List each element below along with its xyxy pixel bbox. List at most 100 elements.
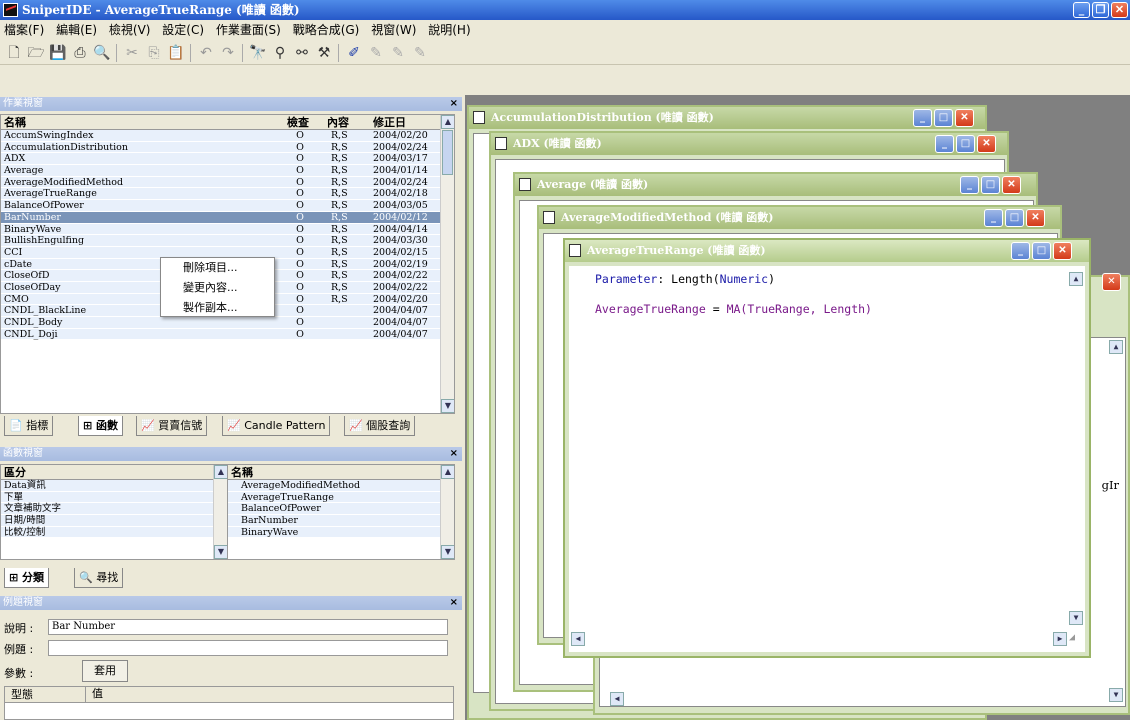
table-row[interactable]: AccumulationDistribution O R,S 2004/02/24: [1, 141, 454, 154]
table-row[interactable]: ADX O R,S 2004/03/17: [1, 153, 454, 166]
table-row[interactable]: BarNumber O R,S 2004/02/12: [1, 211, 454, 224]
table-row[interactable]: BalanceOfPower O R,S 2004/03/05: [1, 200, 454, 212]
tab-function[interactable]: ⊞ 函數: [78, 416, 124, 436]
table-row[interactable]: AverageTrueRange O R,S 2004/02/18: [1, 188, 454, 201]
work-pane-close-icon[interactable]: ×: [450, 97, 458, 111]
table-row[interactable]: CNDL_Body O 2004/04/07: [1, 317, 454, 329]
restore-button[interactable]: ❐: [1092, 2, 1109, 18]
cut-icon[interactable]: ✂: [122, 43, 142, 63]
menu-item-change-content[interactable]: 變更內容...: [161, 278, 274, 298]
table-row[interactable]: BullishEngulfing O R,S 2004/03/30: [1, 235, 454, 247]
work-grid-scrollbar[interactable]: ▲ ▼: [440, 115, 454, 413]
table-row[interactable]: AccumSwingIndex O R,S 2004/02/20: [1, 130, 454, 142]
print-preview-icon[interactable]: 🔍: [92, 43, 112, 63]
minimize-icon[interactable]: _: [1011, 242, 1030, 260]
close-icon[interactable]: ✕: [955, 109, 974, 127]
list-item[interactable]: BalanceOfPower: [228, 503, 454, 516]
list-item[interactable]: AverageModifiedMethod: [228, 480, 454, 492]
scroll-thumb[interactable]: [442, 130, 453, 175]
redo-icon[interactable]: ↷: [218, 43, 238, 63]
tab-candle-pattern[interactable]: 📈 Candle Pattern: [222, 416, 331, 436]
find-icon[interactable]: 🔭: [248, 43, 268, 63]
example-field[interactable]: [48, 640, 448, 656]
minimize-button[interactable]: _: [1073, 2, 1090, 18]
table-row[interactable]: BinaryWave O R,S 2004/04/14: [1, 223, 454, 236]
menu-item-delete[interactable]: 刪除項目...: [161, 258, 274, 278]
scroll-down-icon[interactable]: ▼: [1109, 688, 1123, 702]
close-icon[interactable]: ✕: [977, 135, 996, 153]
maximize-icon[interactable]: □: [934, 109, 953, 127]
scroll-down-icon[interactable]: ▼: [441, 545, 454, 559]
col-check-header[interactable]: 檢查: [284, 115, 312, 130]
maximize-icon[interactable]: □: [1005, 209, 1024, 227]
minimize-icon[interactable]: _: [960, 176, 979, 194]
scroll-down-icon[interactable]: ▼: [1069, 611, 1083, 625]
menu-window[interactable]: 視窗(W): [371, 23, 416, 37]
table-row[interactable]: AverageModifiedMethod O R,S 2004/02/24: [1, 176, 454, 189]
close-icon[interactable]: ✕: [1102, 273, 1121, 291]
func-pane-close-icon[interactable]: ×: [450, 447, 458, 461]
maximize-icon[interactable]: □: [956, 135, 975, 153]
scroll-up-icon[interactable]: ▲: [1109, 340, 1123, 354]
scroll-up-icon[interactable]: ▲: [441, 115, 454, 129]
scroll-up-icon[interactable]: ▲: [214, 465, 227, 479]
tool-disabled-icon[interactable]: ✎: [410, 43, 430, 63]
tab-category[interactable]: ⊞ 分類: [4, 568, 50, 588]
copy-icon[interactable]: ⎘: [144, 43, 164, 63]
menu-settings[interactable]: 設定(C): [162, 23, 204, 37]
function-list-scrollbar[interactable]: ▲ ▼: [440, 465, 454, 559]
scroll-down-icon[interactable]: ▼: [441, 399, 454, 413]
scroll-up-icon[interactable]: ▲: [1069, 272, 1083, 286]
code-editor[interactable]: Parameter: Length(Numeric) AverageTrueRa…: [569, 266, 1085, 652]
minimize-icon[interactable]: _: [935, 135, 954, 153]
undo-icon[interactable]: ↶: [196, 43, 216, 63]
tool-disabled-icon[interactable]: ✎: [388, 43, 408, 63]
pen-tool-icon[interactable]: ✐: [344, 43, 364, 63]
list-item[interactable]: BinaryWave: [228, 526, 454, 539]
list-item[interactable]: 日期/時間: [1, 515, 227, 527]
minimize-icon[interactable]: _: [913, 109, 932, 127]
maximize-icon[interactable]: □: [1032, 242, 1051, 260]
list-item[interactable]: 下單: [1, 491, 227, 504]
replace-icon[interactable]: ⚯: [292, 43, 312, 63]
tab-search[interactable]: 🔍 尋找: [74, 568, 124, 588]
scroll-down-icon[interactable]: ▼: [214, 545, 227, 559]
tab-stock-query[interactable]: 📈 個股查詢: [344, 416, 416, 436]
menu-edit[interactable]: 編輯(E): [56, 23, 97, 37]
col-type-header[interactable]: 型態: [11, 687, 33, 703]
col-content-header[interactable]: 內容: [327, 115, 349, 130]
close-icon[interactable]: ✕: [1053, 242, 1072, 260]
paste-icon[interactable]: 📋: [166, 43, 186, 63]
tab-signal[interactable]: 📈 買賣信號: [136, 416, 208, 436]
scroll-right-icon[interactable]: ▶: [1053, 632, 1067, 646]
list-item[interactable]: 文章補助文字: [1, 503, 227, 516]
col-value-header[interactable]: 值: [85, 686, 103, 703]
menu-view[interactable]: 檢視(V): [109, 23, 151, 37]
list-item[interactable]: AverageTrueRange: [228, 491, 454, 504]
resize-grip-icon[interactable]: ◢: [1069, 632, 1083, 646]
category-scrollbar[interactable]: ▲ ▼: [213, 465, 227, 559]
scroll-left-icon[interactable]: ◀: [610, 692, 624, 706]
list-item[interactable]: BarNumber: [228, 515, 454, 527]
scroll-left-icon[interactable]: ◀: [571, 632, 585, 646]
menu-help[interactable]: 說明(H): [428, 23, 470, 37]
apply-button[interactable]: 套用: [82, 660, 128, 682]
menu-file[interactable]: 檔案(F): [4, 23, 44, 37]
mdi-window-active[interactable]: AverageTrueRange (唯讀 函數) _ □ ✕ Parameter…: [563, 238, 1091, 658]
list-item[interactable]: 比較/控制: [1, 526, 227, 539]
scroll-up-icon[interactable]: ▲: [441, 465, 454, 479]
minimize-icon[interactable]: _: [984, 209, 1003, 227]
tab-indicator[interactable]: 📄 指標: [4, 416, 54, 436]
list-item[interactable]: Data資訊: [1, 480, 227, 492]
compile-icon[interactable]: ⚒: [314, 43, 334, 63]
close-icon[interactable]: ✕: [1002, 176, 1021, 194]
table-row[interactable]: CNDL_Doji O 2004/04/07: [1, 328, 454, 341]
find-next-icon[interactable]: ⚲: [270, 43, 290, 63]
open-file-icon[interactable]: 🗁: [26, 43, 46, 63]
col-date-header[interactable]: 修正日: [373, 115, 406, 130]
print-icon[interactable]: ⎙: [70, 43, 90, 63]
example-pane-close-icon[interactable]: ×: [450, 596, 458, 610]
menu-screen[interactable]: 作業畫面(S): [216, 23, 281, 37]
menu-item-copy[interactable]: 製作副本...: [161, 298, 274, 318]
desc-field[interactable]: Bar Number: [48, 619, 448, 635]
